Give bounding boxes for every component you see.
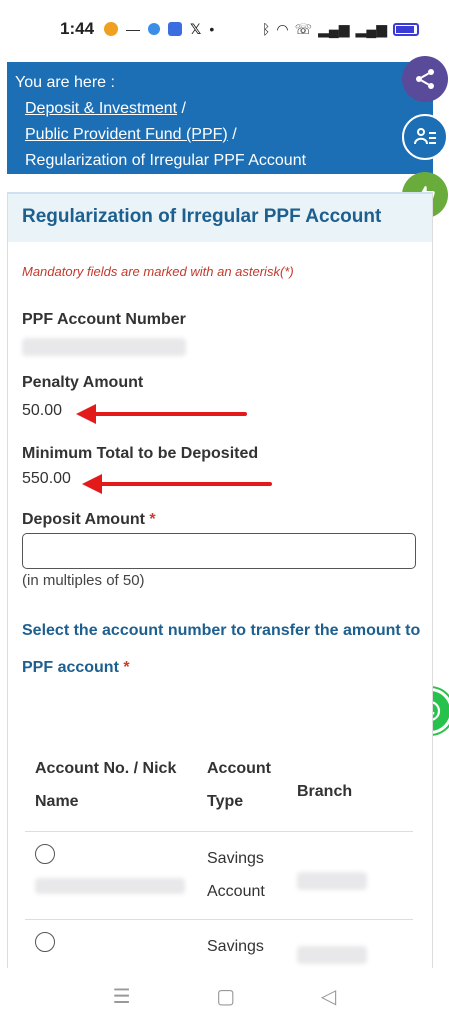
breadcrumb-separator: /: [181, 100, 186, 117]
deposit-amount-label-text: Deposit Amount: [22, 511, 145, 528]
status-icons-right: ᛒ ◠ ☏ ▂▄▆ ▂▄▆: [262, 21, 419, 38]
account-type-cell: Savings Account: [207, 850, 265, 900]
breadcrumb-item[interactable]: Deposit & Investment /: [15, 96, 425, 122]
breadcrumb-current: Regularization of Irregular PPF Account: [25, 152, 307, 169]
page-title: Regularization of Irregular PPF Account: [8, 192, 432, 242]
breadcrumb-link-ppf[interactable]: Public Provident Fund (PPF): [25, 126, 228, 143]
share-icon: [416, 69, 434, 89]
select-account-label-text: Select the account number to transfer th…: [22, 622, 421, 676]
account-radio[interactable]: [35, 932, 55, 952]
required-asterisk: *: [123, 659, 130, 676]
account-number-redacted: [35, 878, 185, 894]
mandatory-note: Mandatory fields are marked with an aste…: [22, 264, 294, 279]
account-radio[interactable]: [35, 844, 55, 864]
signal-icon: ▂▄▆: [318, 20, 350, 37]
reader-button[interactable]: [402, 114, 448, 160]
deposit-amount-input[interactable]: [22, 533, 416, 569]
call-icon: ☏: [294, 20, 313, 37]
red-arrow-annotation: [82, 474, 272, 494]
x-icon: 𝕏: [190, 20, 202, 37]
account-table: Account No. / Nick Name Account Type Bra…: [25, 752, 413, 980]
breadcrumb-prefix: You are here :: [15, 74, 115, 91]
deposit-amount-label: Deposit Amount *: [22, 511, 156, 529]
app-icon: [148, 23, 161, 35]
app-icon: [104, 22, 119, 36]
deposit-hint: (in multiples of 50): [22, 572, 145, 589]
bluetooth-icon: ᛒ: [261, 21, 271, 37]
back-icon[interactable]: ◁: [321, 984, 336, 1009]
breadcrumb-item[interactable]: Public Provident Fund (PPF) /: [15, 122, 425, 148]
signal-icon: ▂▄▆: [355, 20, 387, 37]
ppf-account-value-redacted: [22, 338, 186, 356]
penalty-label: Penalty Amount: [22, 374, 144, 391]
column-header-branch: Branch: [297, 752, 407, 831]
breadcrumb-separator: /: [232, 126, 237, 143]
status-icons-left: — 𝕏 •: [104, 21, 214, 38]
ppf-account-label: PPF Account Number: [22, 311, 186, 328]
breadcrumb-link-deposit-investment[interactable]: Deposit & Investment: [25, 100, 177, 117]
minus-icon: —: [126, 21, 141, 37]
share-button[interactable]: [402, 56, 448, 102]
menu-icon[interactable]: ☰: [113, 984, 131, 1009]
app-icon: [168, 22, 183, 36]
breadcrumb: You are here : Deposit & Investment / Pu…: [7, 62, 433, 174]
reader-icon: [414, 128, 436, 145]
system-nav-bar: ☰ ▢ ◁: [0, 968, 449, 1024]
select-account-label: Select the account number to transfer th…: [22, 612, 422, 686]
branch-cell: [297, 842, 407, 919]
column-header-account-no: Account No. / Nick Name: [35, 760, 177, 810]
column-header-account-type: Account Type: [207, 760, 271, 810]
required-asterisk: *: [149, 511, 156, 528]
column-header-branch-text: Branch: [297, 783, 353, 800]
status-bar: 1:44 — 𝕏 • ᛒ ◠ ☏ ▂▄▆ ▂▄▆: [0, 0, 449, 58]
branch-redacted: [297, 945, 367, 964]
red-arrow-annotation: [76, 404, 247, 424]
home-icon[interactable]: ▢: [216, 984, 235, 1009]
wifi-icon: ◠: [276, 20, 289, 37]
status-time: 1:44: [60, 19, 95, 38]
penalty-value: 50.00: [22, 402, 63, 419]
minimum-total-label: Minimum Total to be Deposited: [22, 445, 259, 462]
table-header: Account No. / Nick Name Account Type Bra…: [25, 752, 413, 832]
branch-redacted: [297, 871, 367, 890]
dot-icon: •: [209, 21, 215, 37]
account-cell: [25, 842, 207, 919]
battery-icon: [393, 22, 419, 36]
table-row[interactable]: Savings Account: [25, 832, 413, 920]
minimum-total-value: 550.00: [22, 470, 71, 487]
